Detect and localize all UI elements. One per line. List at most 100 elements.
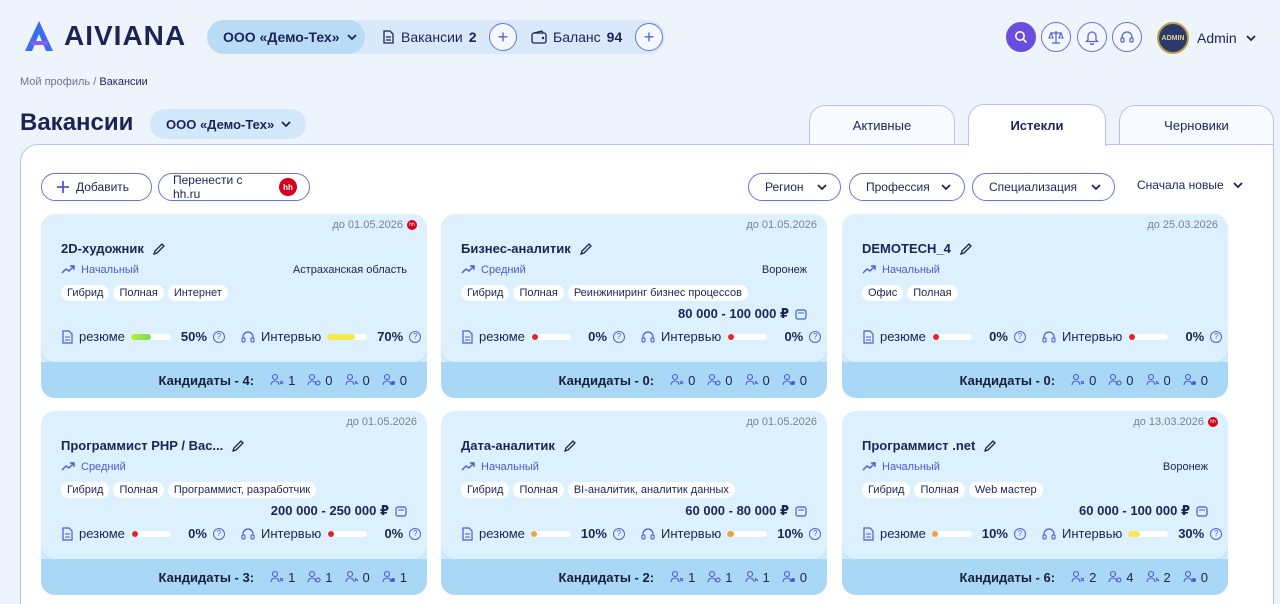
help-icon[interactable]: ? — [809, 330, 822, 343]
sort-selector[interactable]: Сначала новые — [1137, 178, 1244, 192]
filter-specialization[interactable]: Специализация — [972, 173, 1115, 201]
candidate-stat[interactable]: 0 — [1183, 570, 1208, 585]
vacancy-expiry-date: до 25.03.2026 — [1147, 219, 1218, 231]
filter-region[interactable]: Регион — [748, 173, 841, 201]
vacancy-title-row: Бизнес-аналитик — [461, 241, 593, 256]
candidate-stat[interactable]: 0 — [307, 373, 333, 388]
candidate-stat[interactable]: 0 — [382, 373, 407, 388]
candidates-count-value: 0 — [1043, 372, 1051, 388]
add-vacancy-top-button[interactable]: + — [489, 23, 517, 51]
help-icon[interactable]: ? — [1210, 527, 1223, 540]
balance-counter[interactable]: Баланс 94 — [531, 20, 622, 54]
candidate-stat[interactable]: 0 — [1183, 373, 1208, 388]
candidate-stat[interactable]: 0 — [782, 373, 807, 388]
interview-progress-bar — [1128, 333, 1169, 340]
help-icon[interactable]: ? — [809, 527, 822, 540]
help-icon[interactable]: ? — [612, 527, 625, 540]
notifications-button[interactable] — [1077, 22, 1107, 52]
candidates-count[interactable]: Кандидаты - 0: — [960, 373, 1056, 388]
candidate-stat[interactable]: 2 — [1071, 570, 1096, 585]
candidate-stat[interactable]: 1 — [707, 570, 733, 585]
logo[interactable]: AIVIANA — [22, 19, 186, 53]
vacancy-title[interactable]: DEMOTECH_4 — [862, 241, 951, 256]
help-icon[interactable]: ? — [409, 527, 422, 540]
resume-percent: 10% — [981, 526, 1008, 541]
vacancy-card[interactable]: до 01.05.2026 Программист PHP / Вас... С… — [41, 411, 427, 595]
help-icon[interactable]: ? — [1013, 330, 1026, 343]
resume-percent: 0% — [188, 526, 207, 541]
vacancy-card[interactable]: до 13.03.2026 hh Программист .net Началь… — [842, 411, 1228, 595]
candidate-stat[interactable]: 0 — [744, 373, 770, 388]
interview-metric: Интервью 70% ? — [241, 329, 422, 344]
edit-pencil-icon[interactable] — [579, 242, 593, 256]
tab-active[interactable]: Активные — [809, 105, 955, 145]
candidates-count[interactable]: Кандидаты - 0: — [559, 373, 655, 388]
help-icon[interactable]: ? — [212, 330, 225, 343]
edit-pencil-icon[interactable] — [959, 242, 973, 256]
support-button[interactable] — [1112, 22, 1142, 52]
search-button[interactable] — [1006, 22, 1036, 52]
vacancy-card-footer: Кандидаты - 4: 1 0 0 0 — [41, 362, 427, 398]
candidate-stat[interactable]: 2 — [1145, 570, 1171, 585]
help-icon[interactable]: ? — [212, 527, 225, 540]
vacancy-title[interactable]: Дата-аналитик — [461, 438, 555, 453]
vacancy-title[interactable]: 2D-художник — [61, 241, 144, 256]
breadcrumb-root[interactable]: Мой профиль — [20, 76, 90, 88]
help-icon[interactable]: ? — [1013, 527, 1026, 540]
candidate-stat[interactable]: 1 — [670, 570, 695, 585]
help-icon[interactable]: ? — [612, 330, 625, 343]
candidate-stat[interactable]: 0 — [707, 373, 733, 388]
top-up-balance-button[interactable]: + — [635, 23, 663, 51]
help-icon[interactable]: ? — [409, 330, 422, 343]
candidates-count[interactable]: Кандидаты - 6: — [960, 570, 1056, 585]
vacancy-card[interactable]: до 01.05.2026 Бизнес-аналитик Средний Во… — [441, 214, 827, 398]
vacancies-counter[interactable]: Вакансии 2 — [381, 20, 477, 54]
candidate-stat[interactable]: 0 — [1071, 373, 1096, 388]
vacancy-card-body: до 01.05.2026 Программист PHP / Вас... С… — [41, 411, 427, 559]
candidate-stat[interactable]: 1 — [270, 570, 295, 585]
candidate-stat[interactable]: 4 — [1108, 570, 1134, 585]
vacancy-card[interactable]: до 01.05.2026 hh 2D-художник Начальный А… — [41, 214, 427, 398]
hh-logo-icon: hh — [279, 178, 297, 196]
vacancy-title[interactable]: Программист .net — [862, 438, 975, 453]
vacancy-title[interactable]: Программист PHP / Вас... — [61, 438, 223, 453]
vacancy-card[interactable]: до 25.03.2026 DEMOTECH_4 Начальный Офис П… — [842, 214, 1228, 398]
scales-button[interactable] — [1041, 22, 1071, 52]
candidates-count[interactable]: Кандидаты - 3: — [159, 570, 255, 585]
candidate-stat[interactable]: 1 — [270, 373, 295, 388]
candidates-count[interactable]: Кандидаты - 2: — [559, 570, 655, 585]
vacancy-card[interactable]: до 01.05.2026 Дата-аналитик Начальный Ги… — [441, 411, 827, 595]
edit-pencil-icon[interactable] — [231, 439, 245, 453]
candidate-stat-value: 1 — [325, 569, 333, 585]
candidate-stat[interactable]: 0 — [1145, 373, 1171, 388]
interview-headset-icon — [1042, 330, 1056, 343]
user-menu[interactable]: ADMIN Admin — [1157, 22, 1257, 54]
vacancy-level: Начальный — [862, 264, 940, 276]
page-company-selector[interactable]: ООО «Демо-Тех» — [150, 109, 307, 139]
tab-expired[interactable]: Истекли — [968, 104, 1106, 146]
candidate-stat[interactable]: 1 — [382, 570, 407, 585]
candidate-stat[interactable]: 0 — [344, 570, 370, 585]
candidate-stat-value: 1 — [762, 569, 770, 585]
edit-pencil-icon[interactable] — [983, 439, 997, 453]
edit-pencil-icon[interactable] — [563, 439, 577, 453]
candidate-stat[interactable]: 0 — [782, 570, 807, 585]
import-hh-button[interactable]: Перенести с hh.ru hh — [158, 173, 310, 201]
edit-pencil-icon[interactable] — [152, 242, 166, 256]
candidate-stat[interactable]: 1 — [307, 569, 333, 585]
candidate-stat[interactable]: 0 — [344, 373, 370, 388]
candidate-stat[interactable]: 0 — [670, 373, 695, 388]
candidates-count[interactable]: Кандидаты - 4: — [159, 373, 255, 388]
vacancy-expiry: до 01.05.2026 hh — [332, 219, 417, 231]
candidate-stat[interactable]: 1 — [744, 569, 770, 585]
sort-label: Сначала новые — [1137, 178, 1224, 192]
help-icon[interactable]: ? — [1210, 330, 1223, 343]
vacancy-salary: 60 000 - 100 000 ₽ — [1079, 503, 1208, 519]
logo-text: AIVIANA — [64, 20, 187, 51]
filter-profession[interactable]: Профессия — [849, 173, 965, 201]
company-selector[interactable]: ООО «Демо-Тех» — [207, 20, 365, 54]
tab-drafts[interactable]: Черновики — [1119, 105, 1274, 145]
candidate-stat[interactable]: 0 — [1108, 373, 1134, 388]
add-vacancy-button[interactable]: Добавить — [41, 173, 152, 201]
vacancy-title[interactable]: Бизнес-аналитик — [461, 241, 571, 256]
